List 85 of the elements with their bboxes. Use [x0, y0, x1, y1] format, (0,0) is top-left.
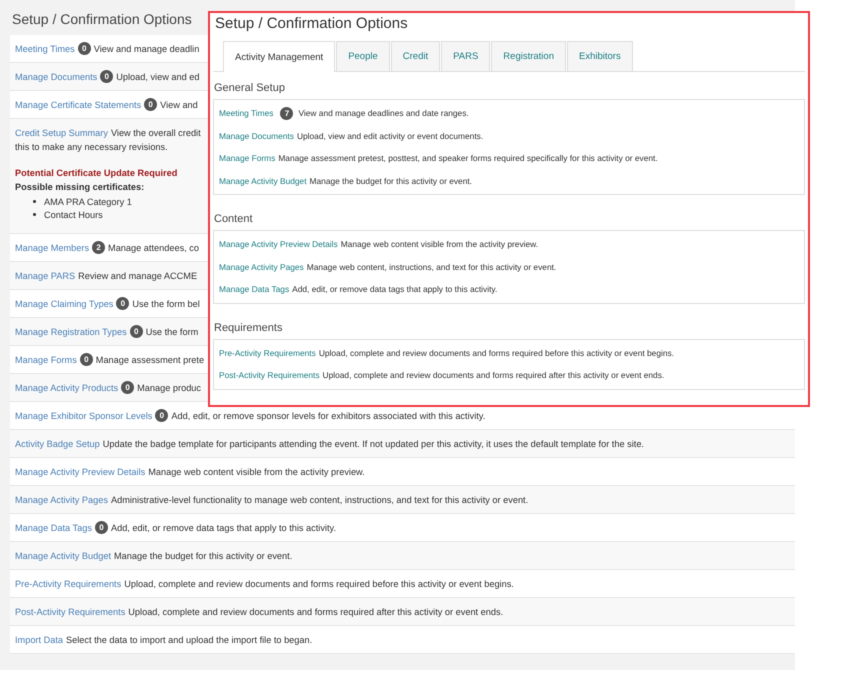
description: Manage assessment prete [96, 354, 204, 364]
tab[interactable]: Registration [491, 41, 566, 71]
description: Upload, complete and review documents and forms required before this activity or event begins. [124, 578, 514, 588]
description: Use the form [146, 326, 198, 336]
description: View and manage deadlin [94, 44, 200, 54]
link[interactable]: Import Data [15, 634, 63, 644]
tab[interactable]: PARS [441, 41, 490, 71]
link[interactable]: Meeting Times [219, 108, 274, 118]
link[interactable]: Manage Documents [219, 130, 294, 141]
tab[interactable]: Activity Management [223, 41, 336, 72]
link[interactable]: Manage Activity Budget [219, 176, 307, 186]
description: Manage web content, instructions, and text for this activity or event. [306, 262, 556, 272]
link[interactable]: Manage Certificate Statements [15, 100, 142, 110]
tab[interactable]: Exhibitors [567, 41, 633, 71]
link[interactable]: Manage PARS [15, 270, 76, 280]
count-badge: 0 [80, 353, 93, 366]
section-heading: General Setup [213, 81, 286, 96]
description: View the overall credit [110, 128, 201, 138]
bullet-icon [33, 213, 36, 216]
count-badge: 0 [130, 325, 143, 338]
description: Upload, complete and review documents and forms required after this activity or event ends. [322, 370, 664, 380]
list-item: AMA PRA Category 1 [44, 196, 132, 206]
link[interactable]: Activity Badge Setup [15, 438, 100, 448]
description: Use the form bel [132, 298, 200, 308]
link[interactable]: Manage Activity Products [15, 382, 118, 392]
description: View and [160, 100, 198, 110]
description: Manage the budget for this activity or event. [310, 176, 472, 186]
description: this to make any necessary revisions. [15, 142, 168, 154]
description: Upload, view and edit activity or event documents. [296, 130, 484, 141]
description: Manage web content visible from the activity preview. [148, 466, 365, 476]
link[interactable]: Manage Members [15, 242, 90, 252]
link[interactable]: Manage Registration Types [15, 326, 127, 336]
count-badge: 0 [144, 98, 158, 111]
count-badge: 0 [78, 42, 91, 55]
tab[interactable]: People [336, 41, 390, 71]
description: Add, edit, or remove sponsor levels for exhibitors associated with this activity. [171, 410, 486, 420]
list-item: Contact Hours [44, 210, 103, 220]
link[interactable]: Manage Activity Pages [15, 494, 108, 504]
description: Manage assessment pretest, posttest, and speaker forms required specifically for this activity or event. [278, 153, 658, 164]
link[interactable]: Manage Activity Preview Details [15, 466, 146, 476]
link[interactable]: Manage Claiming Types [15, 298, 114, 308]
description: Select the data to import and upload the import file to began. [66, 634, 312, 644]
count-badge: 0 [94, 521, 108, 534]
description: Upload, complete and review documents and forms required after this activity or event ends. [128, 606, 504, 616]
description: Manage the budget for this activity or event. [114, 550, 292, 560]
link[interactable]: Manage Forms [15, 354, 77, 364]
description: Add, edit, or remove data tags that apply to this activity. [110, 522, 336, 532]
panel-title: Setup / Confirmation Options [214, 14, 409, 34]
description: Manage produc [137, 382, 202, 392]
link[interactable]: Pre-Activity Requirements [15, 578, 122, 588]
section-heading: Requirements [213, 320, 284, 336]
link[interactable]: Pre-Activity Requirements [219, 348, 316, 358]
page-title: Setup / Confirmation Options [11, 10, 193, 29]
section-heading: Content [213, 212, 254, 227]
count-badge: 0 [155, 409, 168, 422]
description: Manage attendees, co [108, 242, 199, 252]
count-badge: 0 [100, 70, 114, 83]
link[interactable]: Manage Activity Preview Details [219, 239, 338, 250]
bullet-icon [33, 200, 36, 203]
link[interactable]: Manage Activity Pages [219, 262, 304, 272]
description: Upload, view and ed [116, 72, 200, 82]
link[interactable]: Manage Documents [15, 72, 98, 82]
link[interactable]: Manage Exhibitor Sponsor Levels [15, 410, 152, 420]
warning-title: Potential Certificate Update Required [15, 168, 178, 178]
link[interactable]: Manage Activity Budget [15, 550, 112, 560]
warning-subtitle: Possible missing certificates: [15, 182, 144, 192]
description: Update the badge template for participants attending the event. If not updated per this activity, it uses the default template for the site. [102, 438, 644, 448]
description: Administrative-level functionality to manage web content, instructions, and text for this activity or event. [110, 494, 528, 504]
description: View and manage deadlines and date ranges. [298, 108, 469, 118]
description: Add, edit, or remove data tags that apply to this activity. [292, 284, 498, 294]
link[interactable]: Manage Forms [219, 153, 276, 164]
link[interactable]: Post-Activity Requirements [15, 606, 126, 616]
link[interactable]: Manage Data Tags [15, 522, 92, 532]
description: Manage web content visible from the activity preview. [340, 239, 538, 250]
link[interactable]: Manage Data Tags [219, 284, 290, 294]
description: Upload, complete and review documents and forms required before this activity or event begins. [318, 348, 674, 358]
count-badge: 0 [121, 381, 134, 394]
count-badge: 2 [92, 241, 106, 254]
description: Review and manage ACCME [78, 270, 198, 280]
link[interactable]: Meeting Times [15, 44, 75, 54]
count-badge: 7 [280, 106, 294, 120]
link[interactable]: Credit Setup Summary [15, 128, 108, 138]
count-badge: 0 [116, 297, 130, 310]
link[interactable]: Post-Activity Requirements [219, 370, 320, 380]
tab[interactable]: Credit [390, 41, 440, 71]
